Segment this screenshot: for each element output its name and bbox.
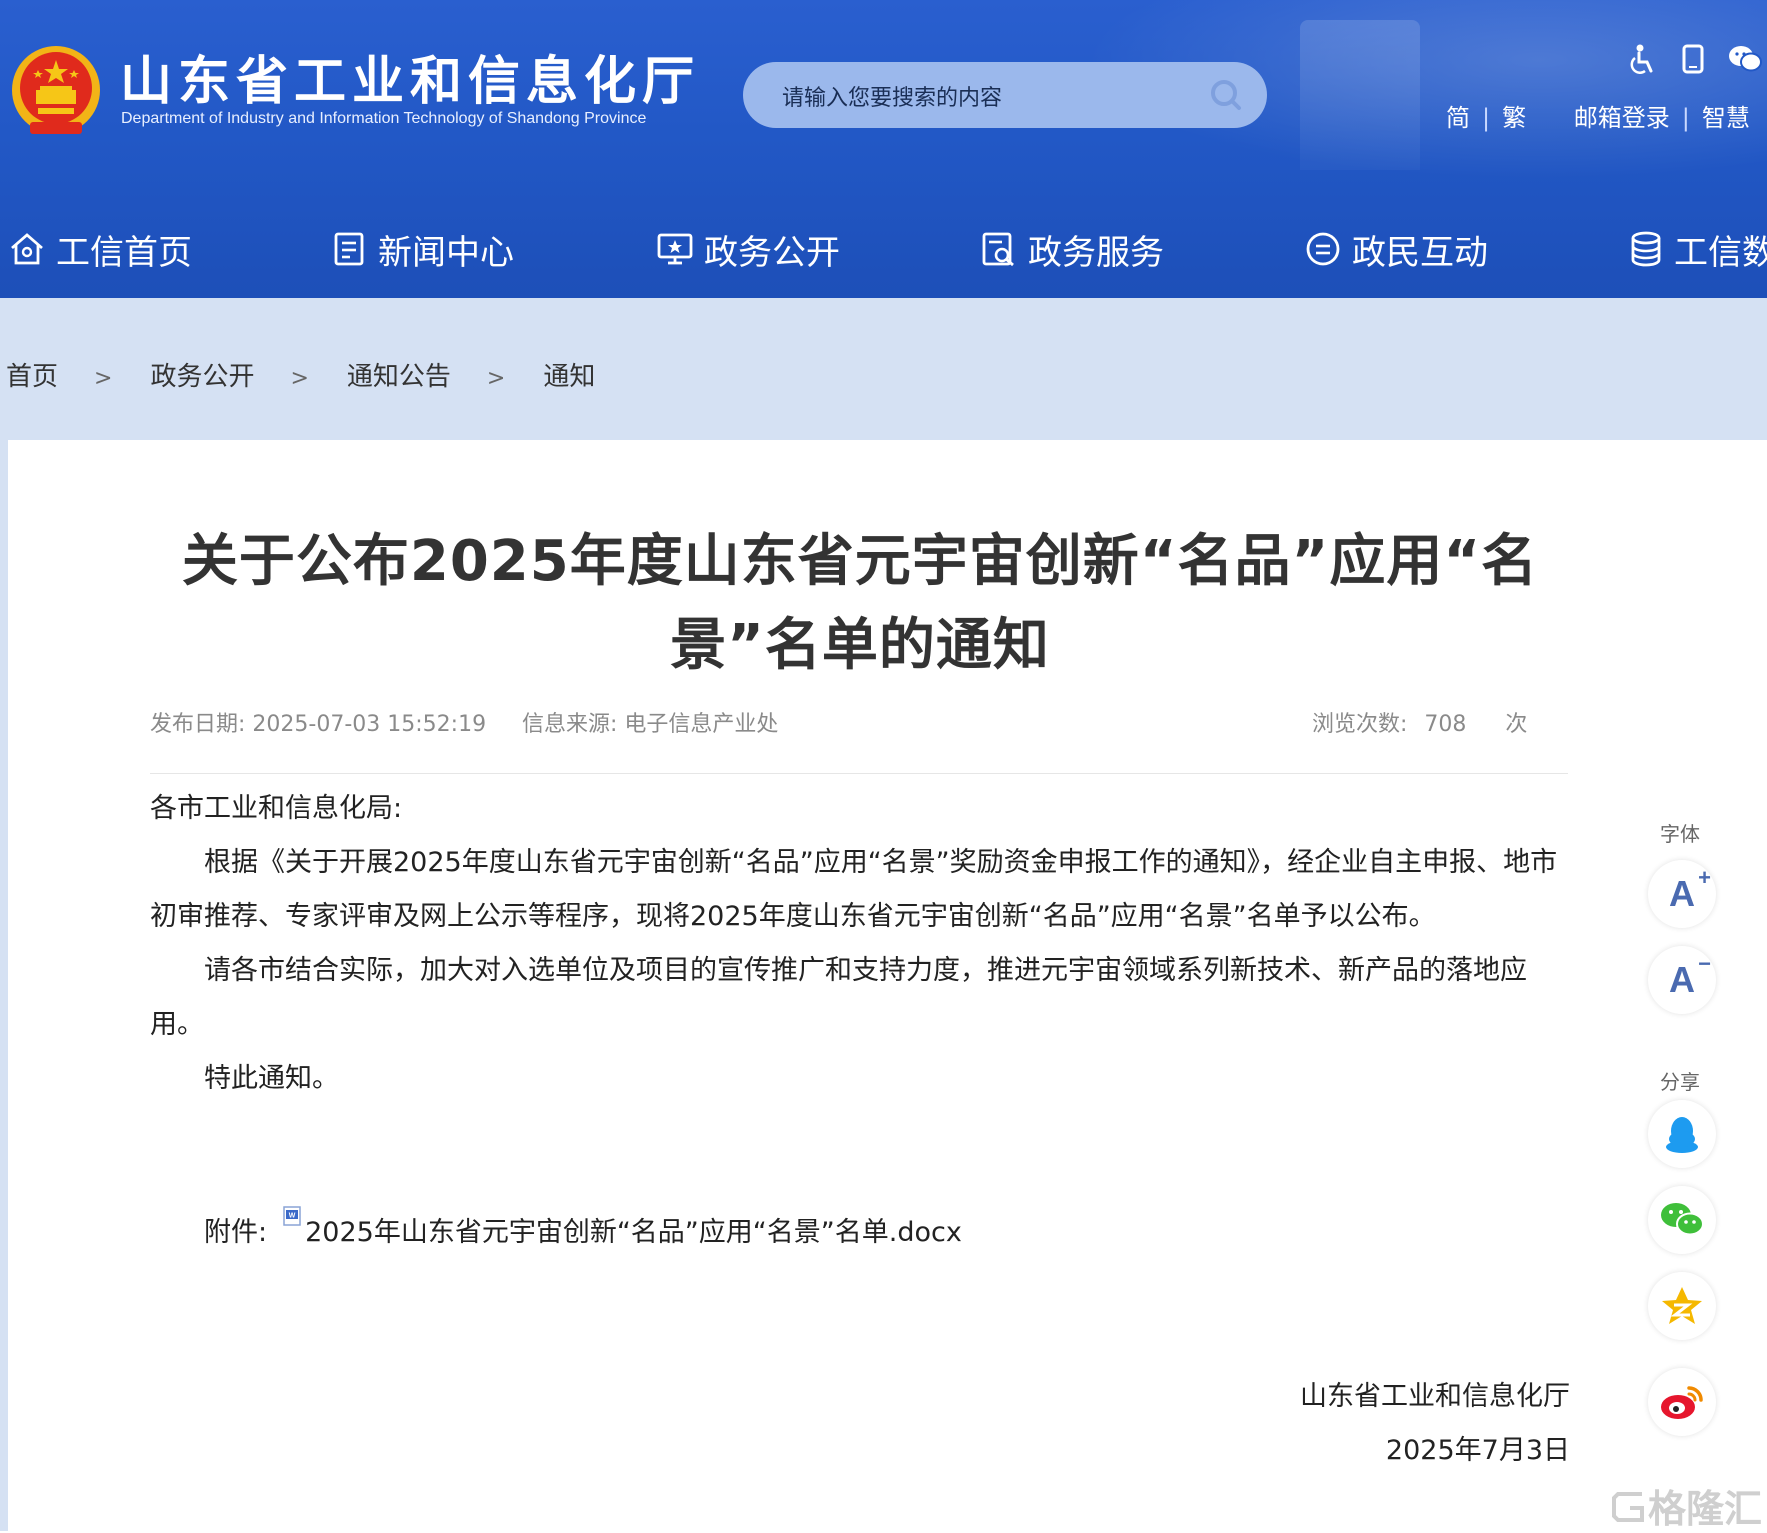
site-subtitle: Department of Industry and Information T… [121, 110, 647, 127]
smart-link[interactable]: 智慧 [1702, 98, 1750, 133]
site-title[interactable]: 山东省工业和信息化厅 [120, 52, 700, 112]
nav-item-home[interactable]: 工信首页 [8, 225, 192, 273]
monitor-icon [657, 233, 693, 265]
nav-label: 工信首页 [56, 232, 192, 273]
font-decrease-icon: A − [1669, 951, 1711, 1000]
nav-label: 政民互动 [1352, 232, 1488, 273]
attachment-label: 附件: [204, 1217, 268, 1248]
wechat-header-icon[interactable] [1728, 44, 1762, 74]
breadcrumb-separator: > [94, 366, 113, 391]
util-divider: | [1482, 104, 1491, 132]
gelonghui-logo-icon [1612, 1491, 1644, 1522]
info-source-value: 电子信息产业处 [624, 712, 779, 737]
signature: 山东省工业和信息化厅 2025年7月3日 [1150, 1370, 1570, 1478]
article-body: 各市工业和信息化局: 根据《关于开展2025年度山东省元宇宙创新“名品”应用“名… [150, 782, 1570, 1106]
font-size-label: 字体 [1660, 822, 1700, 846]
attachment: 附件: W 2025年山东省元宇宙创新“名品”应用“名景”名单.docx [204, 1205, 962, 1249]
traditional-chinese-link[interactable]: 繁 [1502, 98, 1526, 133]
news-icon [334, 232, 364, 266]
breadcrumb-home[interactable]: 首页 [6, 362, 58, 392]
font-increase-button[interactable]: A + [1648, 860, 1716, 928]
service-icon [982, 232, 1014, 267]
nav-item-gov-service[interactable]: 政务服务 [980, 225, 1164, 273]
share-qzone-button[interactable] [1648, 1272, 1716, 1340]
info-source-label: 信息来源: [522, 712, 618, 737]
breadcrumb-separator: > [486, 366, 506, 391]
salutation: 各市工业和信息化局: [150, 793, 403, 824]
paragraph: 特此通知。 [204, 1063, 339, 1094]
view-count: 浏览次数: 708 次 [1312, 706, 1527, 738]
chat-icon [1306, 232, 1340, 266]
content-left-border [0, 440, 8, 1531]
search-bar[interactable]: 请输入您要搜索的内容 [743, 62, 1267, 128]
view-count-label: 浏览次数: [1312, 712, 1408, 737]
database-icon [1631, 231, 1661, 267]
header-utility-links: 简 | 繁 邮箱登录 | 智慧 [1446, 98, 1750, 133]
signature-org: 山东省工业和信息化厅 [1300, 1381, 1570, 1412]
nav-label: 新闻中心 [378, 232, 514, 273]
attachment-link[interactable]: 2025年山东省元宇宙创新“名品”应用“名景”名单.docx [305, 1210, 962, 1249]
nav-label: 工信数 [1674, 232, 1767, 273]
breadcrumb: 首页 > 政务公开 > 通知公告 > 通知 [6, 356, 595, 393]
word-document-icon: W [283, 1205, 301, 1226]
publish-date-value: 2025-07-03 15:52:19 [252, 712, 487, 737]
util-divider: | [1681, 104, 1690, 132]
share-label: 分享 [1660, 1070, 1700, 1094]
national-emblem-icon[interactable] [8, 42, 104, 142]
simplified-chinese-link[interactable]: 简 [1446, 98, 1470, 133]
breadcrumb-gov-affairs[interactable]: 政务公开 [150, 362, 254, 392]
qzone-star-icon [1662, 1287, 1702, 1324]
share-qq-button[interactable] [1648, 1100, 1716, 1168]
home-icon [11, 233, 43, 265]
view-count-value: 708 [1424, 712, 1467, 737]
breadcrumb-separator: > [290, 366, 309, 391]
search-icon[interactable] [1209, 78, 1243, 112]
share-wechat-button[interactable] [1648, 1186, 1716, 1254]
watermark-text: 格隆汇 [1648, 1487, 1763, 1531]
breadcrumb-notices[interactable]: 通知公告 [347, 362, 451, 392]
wechat-icon [1661, 1203, 1704, 1236]
publish-date: 发布日期: 2025-07-03 15:52:19 [150, 706, 486, 738]
accessibility-icon[interactable] [1628, 44, 1656, 76]
weibo-icon [1661, 1386, 1703, 1419]
mail-login-link[interactable]: 邮箱登录 [1574, 98, 1670, 133]
nav-label: 政务公开 [704, 232, 840, 273]
paragraph: 请各市结合实际，加大对入选单位及项目的宣传推广和支持力度，推进元宇宙领域系列新技… [150, 955, 1527, 1040]
font-increase-icon: A + [1669, 865, 1711, 914]
nav-item-gov-affairs[interactable]: 政务公开 [656, 225, 840, 273]
search-input[interactable]: 请输入您要搜索的内容 [782, 80, 1002, 112]
breadcrumb-notice[interactable]: 通知 [543, 362, 595, 392]
svg-text:W: W [289, 1212, 296, 1219]
share-weibo-button[interactable] [1648, 1368, 1716, 1436]
site-header: 山东省工业和信息化厅 Department of Industry and In… [0, 0, 1767, 298]
qq-icon [1666, 1117, 1698, 1153]
info-source: 信息来源: 电子信息产业处 [522, 706, 778, 738]
font-decrease-button[interactable]: A − [1648, 946, 1716, 1014]
signature-date: 2025年7月3日 [1385, 1435, 1570, 1466]
view-count-unit: 次 [1505, 712, 1528, 737]
paragraph: 根据《关于开展2025年度山东省元宇宙创新“名品”应用“名景”奖励资金申报工作的… [150, 847, 1558, 932]
nav-item-news[interactable]: 新闻中心 [332, 225, 514, 273]
nav-label: 政务服务 [1028, 232, 1164, 273]
mobile-icon[interactable] [1682, 44, 1704, 74]
watermark: 格隆汇 [1608, 1478, 1762, 1533]
meta-divider [150, 773, 1568, 774]
nav-item-interaction[interactable]: 政民互动 [1304, 225, 1488, 273]
publish-date-label: 发布日期: [150, 712, 246, 737]
header-stele-decoration [1300, 20, 1420, 170]
article-title: 关于公布2025年度山东省元宇宙创新“名品”应用“名景”名单的通知 [181, 529, 1539, 678]
nav-item-data[interactable]: 工信数 [1628, 225, 1767, 273]
main-nav: 工信首页 新闻中心 政务公开 政务服务 政民互动 工信数 [0, 205, 1767, 290]
